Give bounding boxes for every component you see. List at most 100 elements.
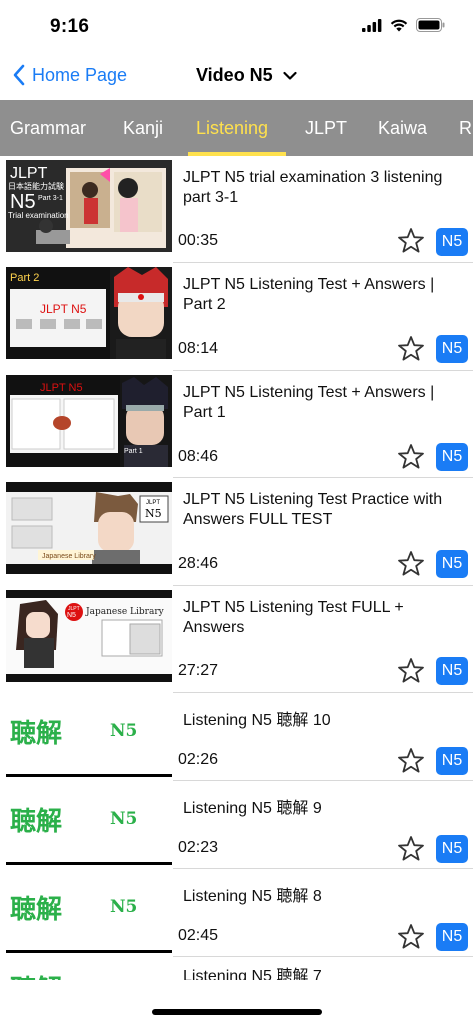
thumb-bottom-border	[6, 950, 172, 953]
video-thumbnail: JLPT N5 Japanese Library	[6, 482, 172, 574]
back-button[interactable]: Home Page	[12, 64, 127, 86]
page-title: Video N5	[196, 65, 273, 85]
thumb-label-library: Japanese Library	[42, 553, 96, 560]
thumb-bottom-border	[6, 774, 172, 777]
favorite-star-icon[interactable]	[396, 334, 426, 364]
thumb-label-jlpt: JLPT	[146, 500, 160, 506]
thumb-label-level: N5	[10, 191, 36, 213]
tab-kanji[interactable]: Kanji	[123, 118, 163, 139]
thumbnail-image: JLPT N5 Japanese Library	[6, 482, 172, 574]
video-row[interactable]: JLPT 日本語能力試験 N5 Part 3-1 Trial examinati…	[0, 156, 473, 263]
back-button-label: Home Page	[32, 64, 128, 85]
video-duration: 27:27	[178, 662, 219, 679]
video-title: Listening N5 聴解 10	[183, 712, 331, 729]
thumbnail-image: JLPT 日本語能力試験 N5 Part 3-1 Trial examinati…	[6, 160, 172, 252]
video-duration: 02:26	[178, 751, 219, 768]
thumb-label-library: Japanese Library	[85, 607, 165, 617]
video-duration: 28:46	[178, 555, 219, 572]
favorite-star-icon[interactable]	[396, 656, 426, 686]
level-badge[interactable]: N5	[436, 550, 468, 578]
thumb-label-level: N5	[67, 612, 76, 619]
video-row[interactable]: 聴解 N5 Listening N5 聴解 8 02:45 N5	[0, 869, 473, 957]
video-list[interactable]: JLPT 日本語能力試験 N5 Part 3-1 Trial examinati…	[0, 156, 473, 980]
video-title: JLPT N5 trial examination 3 listening pa…	[183, 169, 443, 206]
video-row[interactable]: JLPT N5 Part 1 JLPT N5 Listening Test + …	[0, 371, 473, 478]
favorite-star-icon[interactable]	[396, 549, 426, 579]
level-badge[interactable]: N5	[436, 443, 468, 471]
tab-jlpt[interactable]: JLPT	[305, 118, 347, 139]
thumb-kanji: 聴解	[10, 719, 63, 749]
status-time: 9:16	[50, 16, 90, 37]
thumb-label-level: JLPT N5	[40, 382, 83, 394]
thumbnail-image: JLPT N5 Japanese Library	[6, 590, 172, 682]
video-row[interactable]: JLPT N5 Japanese Library JLPT N5 Listeni…	[0, 478, 473, 586]
thumb-label-level: JLPT N5	[40, 302, 87, 316]
thumb-bottom-border	[6, 862, 172, 865]
level-badge[interactable]: N5	[436, 335, 468, 363]
video-title: JLPT N5 Listening Test + Answers | Part …	[183, 276, 435, 313]
video-row[interactable]: 聴解 N5 Listening N5 聴解 9 02:23 N5	[0, 781, 473, 869]
battery-icon	[416, 18, 445, 32]
thumb-label-trial: Trial examination	[8, 211, 69, 220]
favorite-star-icon[interactable]	[396, 442, 426, 472]
thumbnail-image: JLPT N5 Part 1	[6, 375, 172, 467]
level-badge[interactable]: N5	[436, 923, 468, 951]
video-title: Listening N5 聴解 7	[183, 968, 322, 980]
video-title: Listening N5 聴解 9	[183, 800, 322, 817]
thumbnail-image: Part 2 JLPT N5	[6, 267, 172, 359]
category-tab-bar: Grammar Kanji Listening JLPT Kaiwa R	[0, 100, 473, 156]
status-icons	[362, 18, 445, 32]
video-thumbnail: JLPT 日本語能力試験 N5 Part 3-1 Trial examinati…	[6, 160, 172, 252]
chevron-left-icon	[13, 64, 25, 86]
tab-grammar[interactable]: Grammar	[10, 118, 86, 139]
video-thumbnail: 聴解 N5	[6, 781, 172, 865]
thumb-kanji: 聴解	[10, 969, 62, 980]
thumb-label-part: Part 3-1	[38, 195, 63, 202]
tab-kaiwa[interactable]: Kaiwa	[378, 118, 427, 139]
level-badge[interactable]: N5	[436, 747, 468, 775]
video-duration: 08:46	[178, 448, 219, 465]
video-duration: 08:14	[178, 340, 219, 357]
video-row[interactable]: Part 2 JLPT N5 JLPT N5 Listening Test + …	[0, 263, 473, 371]
thumb-level: N5	[110, 809, 138, 829]
thumb-kanji: 聴解	[10, 807, 63, 837]
video-duration: 00:35	[178, 232, 219, 249]
video-thumbnail: JLPT N5 Japanese Library	[6, 590, 172, 682]
chevron-down-icon	[283, 71, 297, 80]
tab-listening[interactable]: Listening	[196, 118, 268, 139]
video-row[interactable]: 聴解 Listening N5 聴解 7	[0, 957, 473, 980]
home-indicator[interactable]	[152, 1009, 322, 1015]
tab-reading-partial[interactable]: R	[459, 118, 472, 139]
wifi-icon	[390, 19, 408, 32]
video-duration: 02:23	[178, 839, 219, 856]
thumb-level: N5	[110, 897, 138, 917]
status-bar: 9:16	[0, 0, 473, 56]
video-duration: 02:45	[178, 927, 219, 944]
cellular-signal-icon	[362, 18, 382, 32]
video-title: JLPT N5 Listening Test Practice with Ans…	[183, 491, 443, 528]
video-row[interactable]: 聴解 N5 Listening N5 聴解 10 02:26 N5	[0, 693, 473, 781]
video-thumbnail: Part 2 JLPT N5	[6, 267, 172, 359]
video-thumbnail: 聴解 N5	[6, 869, 172, 953]
video-title: Listening N5 聴解 8	[183, 888, 322, 905]
favorite-star-icon[interactable]	[396, 834, 426, 864]
level-badge[interactable]: N5	[436, 657, 468, 685]
thumb-label-jlpt: JLPT	[10, 165, 48, 182]
thumb-label-level: N5	[145, 507, 162, 520]
favorite-star-icon[interactable]	[396, 922, 426, 952]
thumb-label-part: Part 2	[10, 272, 39, 284]
thumb-kanji: 聴解	[10, 895, 63, 925]
thumb-level: N5	[110, 721, 138, 741]
level-badge[interactable]: N5	[436, 835, 468, 863]
favorite-star-icon[interactable]	[396, 746, 426, 776]
video-thumbnail: JLPT N5 Part 1	[6, 375, 172, 467]
navigation-bar: Home Page Video N5	[0, 56, 473, 100]
favorite-star-icon[interactable]	[396, 226, 426, 256]
video-row[interactable]: JLPT N5 Japanese Library JLPT N5 Listeni…	[0, 586, 473, 693]
level-selector[interactable]: Video N5	[196, 65, 297, 86]
video-thumbnail: 聴解 N5	[6, 693, 172, 777]
level-badge[interactable]: N5	[436, 228, 468, 256]
video-title: JLPT N5 Listening Test + Answers | Part …	[183, 384, 435, 421]
video-title: JLPT N5 Listening Test FULL + Answers	[183, 599, 404, 636]
thumb-label-part: Part 1	[124, 448, 143, 455]
